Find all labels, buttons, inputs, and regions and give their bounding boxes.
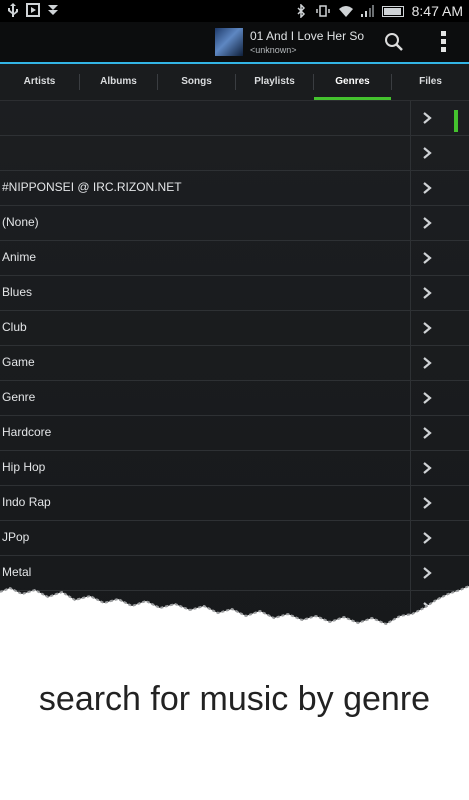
row-separator	[410, 241, 411, 275]
genre-label: #NIPPONSEI @ IRC.RIZON.NET	[2, 180, 182, 194]
overflow-menu-button[interactable]	[436, 29, 450, 55]
genre-label: Club	[2, 320, 27, 334]
overflow-dot-icon	[440, 31, 446, 36]
row-separator	[410, 136, 411, 170]
row-separator	[410, 311, 411, 345]
library-tabs: Artists Albums Songs Playlists Genres Fi…	[0, 64, 469, 101]
tab-songs[interactable]: Songs	[158, 64, 235, 100]
genre-row[interactable]	[0, 136, 469, 171]
chevron-right-icon[interactable]	[421, 146, 433, 160]
download-icon	[46, 3, 60, 17]
genre-row[interactable]: Club	[0, 311, 469, 346]
genre-label: Game	[2, 355, 35, 369]
genre-row[interactable]: Genre	[0, 381, 469, 416]
genre-row[interactable]: Blues	[0, 276, 469, 311]
genre-label: Hardcore	[2, 425, 52, 439]
status-time: 8:47 AM	[411, 3, 463, 19]
vibrate-icon	[315, 4, 330, 18]
row-separator	[410, 346, 411, 380]
chevron-right-icon[interactable]	[421, 216, 433, 230]
genre-row[interactable]: (None)	[0, 206, 469, 241]
active-tab-indicator	[314, 97, 391, 100]
tab-genres[interactable]: Genres	[314, 64, 391, 100]
battery-icon	[381, 5, 404, 17]
row-separator	[410, 416, 411, 450]
tab-playlists[interactable]: Playlists	[236, 64, 313, 100]
chevron-right-icon[interactable]	[421, 496, 433, 510]
row-separator	[410, 381, 411, 415]
genre-row[interactable]: Anime	[0, 241, 469, 276]
chevron-right-icon[interactable]	[421, 111, 433, 125]
genre-row[interactable]: JPop	[0, 521, 469, 556]
chevron-right-icon[interactable]	[421, 321, 433, 335]
row-separator	[410, 101, 411, 135]
row-separator	[410, 486, 411, 520]
genre-row[interactable]	[0, 101, 469, 136]
tab-albums[interactable]: Albums	[80, 64, 157, 100]
genre-label: Blues	[2, 285, 33, 299]
scrollbar[interactable]	[454, 110, 458, 640]
row-separator	[410, 521, 411, 555]
genre-row[interactable]: Hip Hop	[0, 451, 469, 486]
bluetooth-icon	[294, 3, 308, 19]
chevron-right-icon[interactable]	[421, 251, 433, 265]
row-separator	[410, 171, 411, 205]
row-separator	[410, 276, 411, 310]
chevron-right-icon[interactable]	[421, 426, 433, 440]
phone-screen: 8:47 AM 01 And I Love Her So <unknown> A…	[0, 0, 469, 640]
genre-label: (None)	[2, 215, 39, 229]
genre-label: Anime	[2, 250, 37, 264]
genre-row[interactable]: Hardcore	[0, 416, 469, 451]
media-notification-icon	[26, 3, 40, 17]
action-bar: 01 And I Love Her So <unknown>	[0, 22, 469, 64]
genre-row[interactable]: Indo Rap	[0, 486, 469, 521]
chevron-right-icon[interactable]	[421, 531, 433, 545]
chevron-right-icon[interactable]	[421, 181, 433, 195]
signal-icon	[360, 4, 374, 18]
tab-files[interactable]: Files	[392, 64, 469, 100]
genre-label: Genre	[2, 390, 36, 404]
genre-label: JPop	[2, 530, 30, 544]
row-separator	[410, 206, 411, 240]
genre-row[interactable]: Game	[0, 346, 469, 381]
now-playing-artist[interactable]: <unknown>	[250, 45, 297, 55]
overflow-dot-icon	[440, 47, 446, 52]
scrollbar-thumb[interactable]	[454, 110, 458, 132]
now-playing-title[interactable]: 01 And I Love Her So	[250, 29, 364, 43]
chevron-right-icon[interactable]	[421, 286, 433, 300]
row-separator	[410, 451, 411, 485]
chevron-right-icon[interactable]	[421, 391, 433, 405]
status-bar: 8:47 AM	[0, 0, 469, 22]
chevron-right-icon[interactable]	[421, 461, 433, 475]
chevron-right-icon[interactable]	[421, 356, 433, 370]
genre-label: Hip Hop	[2, 460, 46, 474]
genre-row[interactable]: #NIPPONSEI @ IRC.RIZON.NET	[0, 171, 469, 206]
search-icon	[385, 33, 403, 51]
genre-list: #NIPPONSEI @ IRC.RIZON.NET (None) Anime Blu…	[0, 101, 469, 626]
genre-label: Indo Rap	[2, 495, 51, 509]
search-button[interactable]	[382, 30, 406, 54]
torn-paper-edge	[0, 585, 469, 650]
caption-text: search for music by genre	[38, 680, 431, 718]
usb-icon	[6, 3, 20, 17]
wifi-icon	[338, 4, 353, 18]
album-art-thumbnail[interactable]	[215, 28, 243, 56]
overflow-dot-icon	[440, 39, 446, 44]
tab-artists[interactable]: Artists	[0, 64, 79, 100]
